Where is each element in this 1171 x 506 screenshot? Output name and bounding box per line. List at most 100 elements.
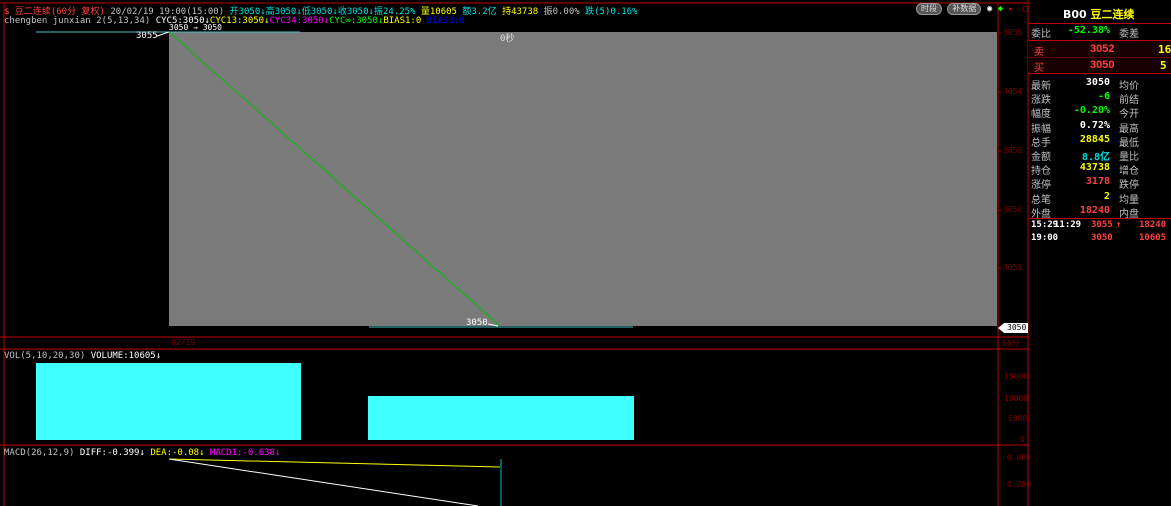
volume-bar — [368, 396, 634, 440]
sell-label: 卖 — [1034, 47, 1044, 58]
stat-value: 28845 — [1079, 133, 1110, 145]
quote-divider — [1028, 218, 1171, 219]
high-pointer — [156, 31, 170, 37]
volume-panel-title: VOL(5,10,20,30) VOLUME:10605↓ — [4, 351, 161, 361]
diff-value: DIFF:-0.399↓ — [79, 448, 145, 458]
period-label: 60分 — [1002, 339, 1020, 348]
buy-price: 3050 — [1090, 59, 1115, 71]
volume-indicator-name: VOL(5,10,20,30) — [4, 351, 91, 361]
dea-value: DEA:-0.08↓ — [150, 448, 205, 458]
stat-label: 涨停 — [1031, 180, 1051, 192]
green-diamond-icon[interactable]: ◆ — [998, 4, 1003, 14]
stat-label-right: 量比 — [1119, 152, 1139, 163]
quote-stat-row: 涨停 3178 跌停 — [1030, 176, 1171, 192]
stat-label-right: 均量 — [1119, 194, 1139, 206]
weicha-label: 委差 — [1119, 29, 1139, 40]
tick-volume: 18240 — [1139, 220, 1167, 230]
settings-icon[interactable]: ◉ — [987, 4, 992, 14]
indicator-info-segment: CYC∞:3050↓ — [329, 16, 384, 26]
quote-divider — [1028, 57, 1171, 58]
stat-label-right: 前结 — [1119, 95, 1139, 107]
macd-axis-label: -0.280 — [1002, 480, 1031, 489]
stat-value: 3178 — [1085, 176, 1110, 188]
stat-value: 43738 — [1079, 162, 1110, 174]
stat-label: 涨跌 — [1031, 95, 1051, 107]
stat-label: 持仓 — [1031, 166, 1051, 178]
tick-time-secondary: 11:29 — [1054, 220, 1082, 230]
dea-line — [168, 458, 501, 468]
stat-value: 3050 — [1085, 77, 1110, 88]
header-info-segment: 跌(5)0.16% — [585, 7, 638, 17]
tick-volume: 10605 — [1139, 233, 1167, 243]
tick-row[interactable]: 15:29 11:29 3055 ↑ 18240 — [1030, 220, 1171, 234]
tick-row[interactable]: 19:00 3050 10605 — [1030, 233, 1171, 247]
quote-stat-row: 外盘 18240 内盘 — [1030, 204, 1171, 220]
quote-stat-row: 持仓 43738 增仓 — [1030, 162, 1171, 178]
price-axis-label: 3055 — [1003, 28, 1023, 37]
window-box-icon[interactable]: □ — [1023, 4, 1028, 13]
stat-label: 总手 — [1031, 137, 1051, 149]
quote-divider — [1028, 73, 1171, 74]
stat-value: -6 — [1097, 91, 1110, 103]
symbol-name: 豆二连续 — [1090, 8, 1135, 21]
stat-label: 最新 — [1031, 81, 1051, 92]
tick-price: 3055 — [1091, 220, 1113, 230]
quote-stat-row: 最新 3050 均价 — [1030, 77, 1171, 92]
volume-bar — [36, 363, 301, 440]
price-axis-label: 3051 — [1003, 263, 1023, 272]
diff-line — [168, 458, 479, 506]
stat-value: 0.72% — [1079, 119, 1110, 131]
stat-value: 2 — [1103, 190, 1110, 202]
price-axis-ticks — [998, 32, 1002, 269]
top-overlay-label: 3050 → 3050 — [169, 23, 222, 32]
quote-stat-row: 金额 8.8亿 量比 — [1030, 148, 1171, 163]
play-icon[interactable]: ▸ — [1009, 4, 1014, 13]
tick-direction: ↑ — [1116, 220, 1122, 230]
sell-qty: 16 — [1158, 43, 1171, 56]
macd-indicator-name: MACD(26,12,9) — [4, 448, 80, 458]
countdown-label: 0秒 — [500, 34, 515, 44]
low-price-label: 3050 — [466, 318, 488, 328]
macd-axis-label: -0.080 — [1002, 453, 1031, 462]
weibi-label: 委比 — [1031, 29, 1051, 40]
quote-stat-row: 总笔 2 均量 — [1030, 190, 1171, 206]
stat-label: 总笔 — [1031, 194, 1051, 206]
quote-stat-row: 振幅 0.72% 最高 — [1030, 119, 1171, 135]
date-axis-label: 02/19 — [171, 338, 196, 347]
chart-canvas[interactable] — [0, 0, 1171, 506]
quote-stat-row: 涨跌 -6 前结 — [1030, 91, 1171, 107]
buy-label: 买 — [1034, 63, 1044, 74]
stat-label-right: 最低 — [1119, 137, 1139, 149]
volume-axis-label: 15000 — [1004, 372, 1029, 381]
price-axis-label: 3053 — [1003, 146, 1023, 155]
volume-axis-label: 5000 — [1008, 414, 1028, 423]
supplement-data-button[interactable]: 补数据 — [947, 3, 982, 15]
indicator-info-segment: chengben junxian 2(5,13,34) — [4, 16, 156, 26]
price-axis-label: 3054 — [1003, 87, 1023, 96]
price-axis-label: 3052 — [1003, 205, 1023, 214]
header-info-segment: 振0.00% — [538, 7, 586, 17]
quote-stat-row: 总手 28845 最低 — [1030, 133, 1171, 149]
current-price-tag: 3050 — [1007, 323, 1027, 332]
stat-label-right: 增仓 — [1119, 166, 1139, 178]
weibi-row: 委比 -52.38% 委差 — [1030, 25, 1171, 40]
header-info-segment: 持43738 — [496, 7, 539, 17]
indicator-info-segment: BIAS1:0 — [383, 16, 427, 26]
header-info-segment: 额3.2亿 — [462, 7, 497, 17]
stat-label-right: 跌停 — [1119, 180, 1139, 192]
macd-panel-title: MACD(26,12,9) DIFF:-0.399↓ DEA:-0.08↓ MA… — [4, 448, 280, 458]
tick-time: 19:00 — [1031, 233, 1059, 243]
weibi-value: -52.38% — [1067, 25, 1110, 36]
stat-label: 幅度 — [1031, 109, 1051, 121]
stat-value: -0.20% — [1073, 105, 1110, 117]
stat-value: 18240 — [1079, 204, 1110, 216]
indicator-info-segment: BIAS3:0 — [426, 16, 465, 26]
buy-row[interactable]: 买 3050 5 — [1030, 59, 1171, 74]
sell-row[interactable]: 卖 3052 16 — [1030, 43, 1171, 58]
tick-price: 3050 — [1091, 233, 1113, 243]
header-toolbar: 时段 补数据 ◉ ◆ ▸ □ — [916, 3, 1028, 15]
time-period-button[interactable]: 时段 — [916, 3, 942, 15]
sell-price: 3052 — [1090, 43, 1115, 55]
stat-value: 8.8亿 — [1081, 152, 1110, 163]
stat-label-right: 最高 — [1119, 123, 1139, 135]
